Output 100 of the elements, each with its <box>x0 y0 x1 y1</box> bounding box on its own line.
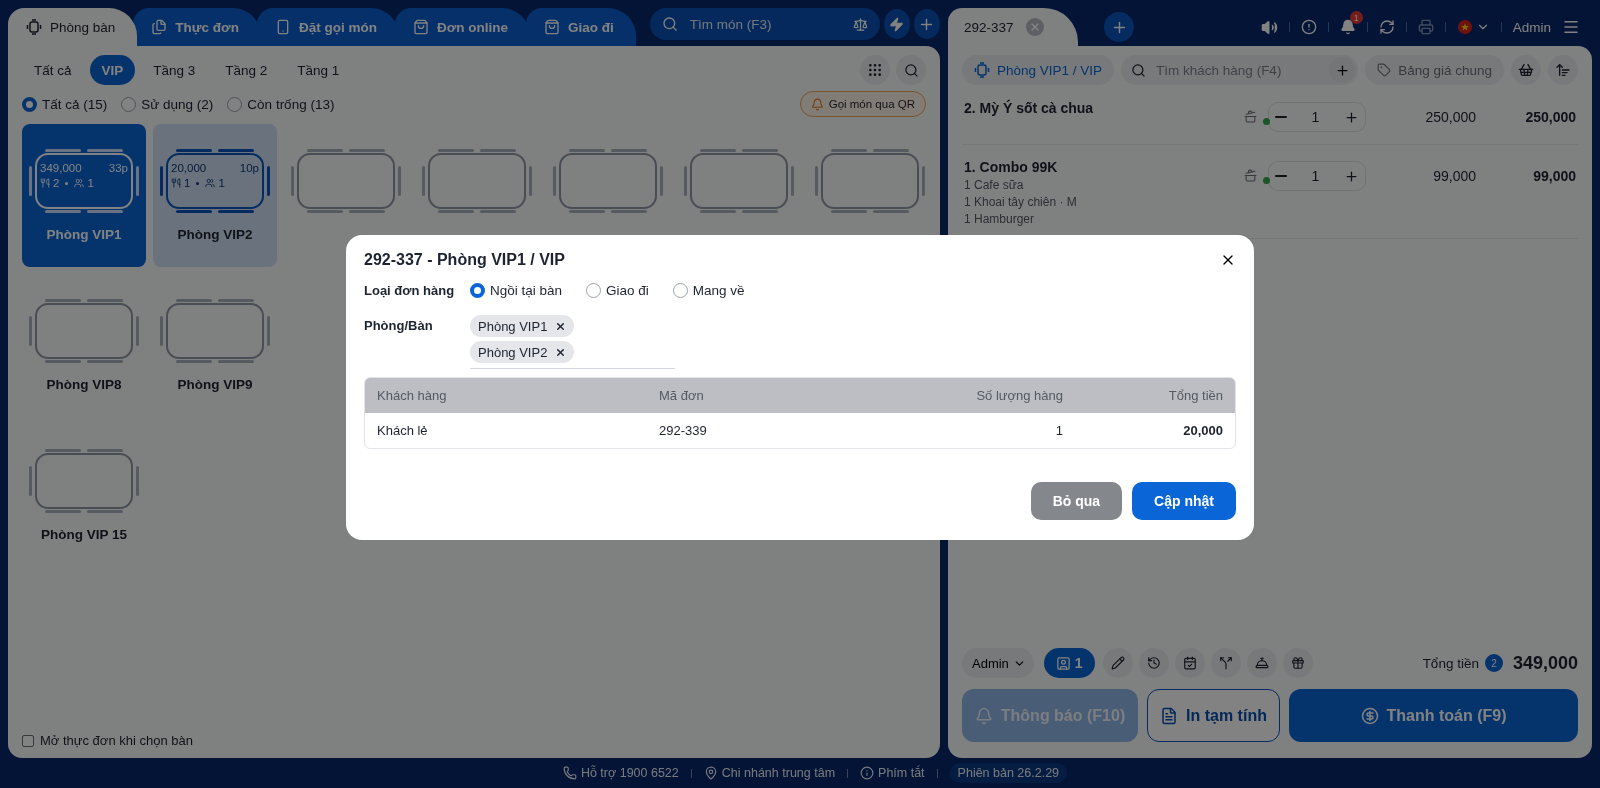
flag-icon[interactable] <box>1456 19 1473 35</box>
radio-button[interactable] <box>470 283 485 298</box>
table-icon <box>26 19 42 35</box>
item-price: 99,000 <box>1432 168 1476 184</box>
quantity-value: 1 <box>1311 168 1320 184</box>
remove-icon[interactable] <box>555 346 567 358</box>
quantity-stepper[interactable]: 1 <box>1268 161 1366 191</box>
search-icon <box>1131 62 1147 78</box>
item-total: 250,000 <box>1524 109 1576 125</box>
increase-button[interactable] <box>1344 109 1359 125</box>
alert-icon[interactable] <box>1300 19 1317 35</box>
basket-button[interactable] <box>1511 55 1541 85</box>
table-drawing[interactable] <box>290 148 402 214</box>
room-tag: Phòng VIP1 <box>470 315 575 337</box>
schedule-button[interactable] <box>1174 648 1205 678</box>
area-filter[interactable]: Tầng 3 <box>141 55 208 85</box>
order-type-option[interactable]: Mang về <box>672 283 745 298</box>
quantity-stepper[interactable]: 1 <box>1268 102 1366 132</box>
total-label: Tổng tiền <box>1422 655 1479 671</box>
footer-link[interactable]: Phím tắt <box>860 766 925 780</box>
close-icon <box>1028 21 1041 33</box>
note-button[interactable] <box>1102 648 1133 678</box>
user-name[interactable]: Admin <box>1512 19 1551 35</box>
order-type-option[interactable]: Giao đi <box>586 283 649 298</box>
table-drawing[interactable] <box>28 298 140 364</box>
search-bar[interactable]: Tìm khách hàng (F4) <box>1121 55 1359 85</box>
dish-search-field[interactable]: Tìm món (F3) <box>687 15 843 33</box>
search-icon <box>903 62 919 78</box>
customer-search-field[interactable]: Tìm khách hàng (F4) <box>1154 61 1322 79</box>
total-amount: 349,000 <box>1512 652 1578 674</box>
print-button[interactable]: In tạm tính <box>1147 689 1280 742</box>
order-tab[interactable]: 292-337 <box>948 8 1078 46</box>
bell-icon <box>974 706 993 725</box>
area-filter[interactable]: Tầng 2 <box>213 55 280 85</box>
plus-icon <box>1344 168 1359 184</box>
footer-link[interactable]: Hỗ trợ 1900 6522 <box>562 766 679 780</box>
bag-icon <box>412 19 429 35</box>
radio-button[interactable] <box>121 96 137 112</box>
column-header: Số lượng hàng <box>975 388 1063 403</box>
radio-button[interactable] <box>586 283 602 298</box>
table-cell-text: 20,000 <box>1182 423 1223 438</box>
dish-count: 2 <box>53 177 60 189</box>
status-filter[interactable]: Còn trống (13) <box>227 96 335 112</box>
table-drawing[interactable] <box>683 148 795 214</box>
nav-tab[interactable]: Phòng bàn <box>8 8 138 46</box>
new-order-button[interactable] <box>1104 12 1134 42</box>
footer-link[interactable]: Chi nhánh trung tâm <box>703 766 836 780</box>
table-drawing[interactable] <box>421 148 533 214</box>
minus-icon <box>1275 116 1287 118</box>
nav-tab[interactable]: Giao đi <box>526 8 636 46</box>
table-name: Phòng VIP9 <box>177 377 253 392</box>
split-button[interactable] <box>1210 648 1241 678</box>
location-chip[interactable]: Phòng VIP1 / VIP <box>962 55 1115 85</box>
staff-select[interactable]: Admin <box>962 648 1034 678</box>
service-button[interactable] <box>1246 648 1277 678</box>
history-button[interactable] <box>1138 648 1169 678</box>
radio-button[interactable] <box>22 96 37 112</box>
item-count-badge: 2 <box>1484 654 1503 672</box>
menu-icon[interactable] <box>1562 18 1580 36</box>
add-button[interactable] <box>913 9 940 39</box>
notification-icon[interactable] <box>1339 19 1356 35</box>
qr-order-button[interactable]: Gọi món qua QR <box>799 91 926 117</box>
sort-button[interactable] <box>1548 55 1578 85</box>
rooms-field[interactable]: Phòng VIP1 Phòng VIP2 <box>470 315 675 369</box>
area-filter[interactable]: Tầng 1 <box>285 55 352 85</box>
grid-view-button[interactable] <box>860 55 890 85</box>
open-menu-option[interactable]: Mở thực đơn khi chọn bàn <box>22 733 926 748</box>
speaker-icon[interactable] <box>1260 18 1278 36</box>
price-list-chip[interactable]: Bảng giá chung <box>1365 55 1504 85</box>
add-customer-button[interactable] <box>1329 57 1356 83</box>
lightning-icon <box>889 16 905 32</box>
order-type-option[interactable]: Ngồi tại bàn <box>470 283 563 298</box>
cancel-button[interactable]: Bỏ qua <box>1030 482 1123 520</box>
remove-icon[interactable] <box>555 320 567 332</box>
area-filter[interactable]: Tất cả <box>22 55 84 85</box>
table-drawing[interactable] <box>28 448 140 514</box>
radio-button[interactable] <box>227 96 243 112</box>
gift-button[interactable] <box>1282 648 1313 678</box>
table-drawing[interactable] <box>159 298 271 364</box>
pay-button[interactable]: Thanh toán (F9) <box>1289 689 1578 742</box>
bell-icon <box>810 97 824 111</box>
area-filter[interactable]: VIP <box>89 55 136 85</box>
guest-count-button[interactable]: 1 <box>1043 648 1095 678</box>
guest-icon <box>1055 655 1071 671</box>
table-duration: 10p <box>239 162 259 174</box>
primary-button[interactable]: Cập nhật <box>1132 482 1236 520</box>
search-bar[interactable]: Tìm món (F3) <box>649 8 880 40</box>
checkbox[interactable] <box>22 734 34 747</box>
status-filter[interactable]: Sử dụng (2) <box>121 96 214 112</box>
table-card[interactable]: 20,000 10p 1 1 Phòng VIP2 <box>153 124 277 267</box>
increase-button[interactable] <box>1344 168 1359 184</box>
table-card[interactable]: 349,000 33p 2 1 Phòng VIP1 <box>22 124 146 267</box>
quick-action-button[interactable] <box>883 9 910 39</box>
table-drawing[interactable] <box>814 148 926 214</box>
radio-button[interactable] <box>672 283 688 298</box>
refresh-icon[interactable] <box>1378 19 1395 35</box>
guest-count: 1 <box>87 177 94 189</box>
search-button[interactable] <box>896 55 926 85</box>
status-filter[interactable]: Tất cả (15) <box>22 96 108 112</box>
table-drawing[interactable] <box>552 148 664 214</box>
